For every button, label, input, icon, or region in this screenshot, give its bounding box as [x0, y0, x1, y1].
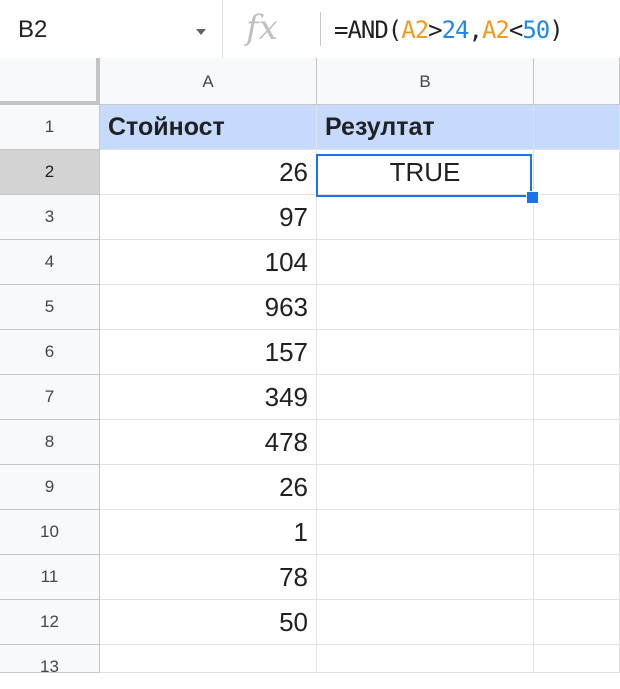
column-header-c[interactable] — [534, 58, 620, 105]
row-header-5[interactable]: 5 — [0, 285, 100, 330]
formula-input[interactable]: =AND(A2>24,A2<50) — [334, 16, 564, 44]
cell-b11[interactable] — [317, 555, 534, 600]
cell-a11[interactable]: 78 — [100, 555, 317, 600]
row-header-9[interactable]: 9 — [0, 465, 100, 510]
select-all-corner[interactable] — [0, 58, 100, 105]
cell-b1[interactable]: Резултат — [317, 105, 534, 150]
cell-c3[interactable] — [534, 195, 620, 240]
fx-icon: fx — [246, 8, 278, 48]
cell-c10[interactable] — [534, 510, 620, 555]
formula-separator — [320, 12, 321, 46]
row-header-2[interactable]: 2 — [0, 150, 100, 195]
cell-b9[interactable] — [317, 465, 534, 510]
cell-b10[interactable] — [317, 510, 534, 555]
formula-ref-2: A2 — [481, 16, 510, 44]
formula-suffix: ) — [549, 16, 563, 44]
formula-num-1: 24 — [441, 16, 470, 44]
cell-b5[interactable] — [317, 285, 534, 330]
cell-a10[interactable]: 1 — [100, 510, 317, 555]
formula-comma: , — [468, 16, 483, 44]
chevron-down-icon[interactable] — [196, 29, 206, 35]
cell-a9[interactable]: 26 — [100, 465, 317, 510]
column-header-a[interactable]: A — [100, 58, 317, 105]
spreadsheet-grid: A B 1 2 3 4 5 6 7 8 9 10 11 12 13 Стойно… — [0, 58, 620, 676]
formula-op-2: < — [508, 16, 523, 44]
cell-a6[interactable]: 157 — [100, 330, 317, 375]
cell-c8[interactable] — [534, 420, 620, 465]
cell-a2[interactable]: 26 — [100, 150, 317, 195]
row-header-3[interactable]: 3 — [0, 195, 100, 240]
row-header-12[interactable]: 12 — [0, 600, 100, 645]
cell-b12[interactable] — [317, 600, 534, 645]
cell-c7[interactable] — [534, 375, 620, 420]
row-header-4[interactable]: 4 — [0, 240, 100, 285]
formula-op-1: > — [428, 16, 442, 44]
cell-c9[interactable] — [534, 465, 620, 510]
cell-b8[interactable] — [317, 420, 534, 465]
name-box-value: B2 — [18, 16, 48, 43]
cell-c12[interactable] — [534, 600, 620, 645]
formula-bar: B2 fx =AND(A2>24,A2<50) — [0, 0, 620, 59]
row-header-10[interactable]: 10 — [0, 510, 100, 555]
formula-ref-1: A2 — [401, 16, 429, 44]
row-header-1[interactable]: 1 — [0, 105, 100, 150]
cell-a8[interactable]: 478 — [100, 420, 317, 465]
cell-b4[interactable] — [317, 240, 534, 285]
row-header-13[interactable]: 13 — [0, 645, 100, 676]
cell-c5[interactable] — [534, 285, 620, 330]
cell-a4[interactable]: 104 — [100, 240, 317, 285]
cell-a1[interactable]: Стойност — [100, 105, 317, 150]
name-box[interactable]: B2 — [0, 0, 223, 58]
cell-a5[interactable]: 963 — [100, 285, 317, 330]
cell-b6[interactable] — [317, 330, 534, 375]
cell-b2[interactable]: TRUE — [317, 150, 534, 195]
row-header-11[interactable]: 11 — [0, 555, 100, 600]
cell-c11[interactable] — [534, 555, 620, 600]
cell-c6[interactable] — [534, 330, 620, 375]
formula-prefix: =AND( — [334, 16, 402, 44]
row-header-7[interactable]: 7 — [0, 375, 100, 420]
cell-c2[interactable] — [534, 150, 620, 195]
cell-c1[interactable] — [534, 105, 620, 150]
cell-a7[interactable]: 349 — [100, 375, 317, 420]
cell-b3[interactable] — [317, 195, 534, 240]
cell-b7[interactable] — [317, 375, 534, 420]
column-header-b[interactable]: B — [317, 58, 534, 105]
row-header-6[interactable]: 6 — [0, 330, 100, 375]
cell-a13[interactable] — [100, 645, 317, 673]
cell-c13[interactable] — [534, 645, 620, 673]
formula-num-2: 50 — [522, 16, 550, 44]
fill-handle[interactable] — [526, 191, 539, 204]
cell-c4[interactable] — [534, 240, 620, 285]
cell-b13[interactable] — [317, 645, 534, 673]
row-header-8[interactable]: 8 — [0, 420, 100, 465]
cell-a12[interactable]: 50 — [100, 600, 317, 645]
cell-a3[interactable]: 97 — [100, 195, 317, 240]
